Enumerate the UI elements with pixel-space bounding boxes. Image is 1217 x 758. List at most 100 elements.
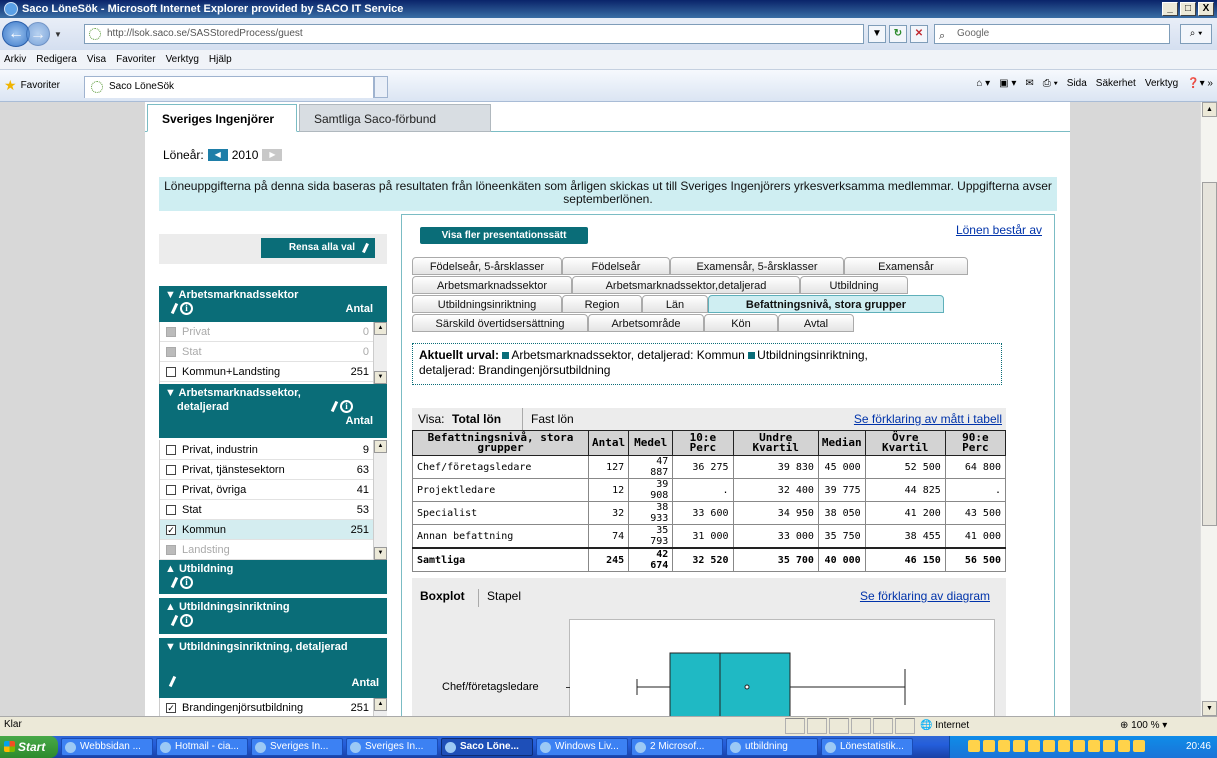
prev-year-button[interactable]: ◀ xyxy=(207,149,228,161)
checkbox[interactable] xyxy=(166,347,176,357)
tray-icon[interactable] xyxy=(1073,740,1085,752)
list-scrollbar[interactable]: ▲ ▼ xyxy=(373,322,387,384)
tools-menu[interactable]: Verktyg xyxy=(1145,78,1178,89)
list-item[interactable]: ✓ Brandingenjörsutbildning 251 xyxy=(160,698,387,716)
tab-utbildningsinriktning[interactable]: Utbildningsinriktning xyxy=(412,295,562,313)
scroll-up-icon[interactable]: ▲ xyxy=(1202,102,1217,117)
checkbox[interactable] xyxy=(166,367,176,377)
forward-button[interactable]: → xyxy=(26,22,50,46)
next-year-button[interactable]: ▶ xyxy=(262,149,283,161)
tab-samtliga-saco[interactable]: Samtliga Saco-förbund xyxy=(299,104,491,132)
tray-icon[interactable] xyxy=(1118,740,1130,752)
checkbox[interactable] xyxy=(166,545,176,555)
scroll-up-icon[interactable]: ▲ xyxy=(374,698,387,711)
tray-icon[interactable] xyxy=(1103,740,1115,752)
tab-fodelsear-5[interactable]: Födelseår, 5-årsklasser xyxy=(412,257,562,275)
show-more-button[interactable]: Visa fler presentationssätt xyxy=(420,227,588,244)
group-arbetsmarknadssektor[interactable]: ▼ Arbetsmarknadssektor i Antal xyxy=(159,286,387,322)
edit-icon[interactable] xyxy=(170,614,179,627)
help-icon[interactable]: ❓▾ » xyxy=(1187,78,1213,89)
favorites-button[interactable]: Favoriter xyxy=(21,80,60,91)
tab-lan[interactable]: Län xyxy=(642,295,708,313)
clear-all-button[interactable]: Rensa alla val xyxy=(261,238,375,258)
minimize-button[interactable]: _ xyxy=(1162,2,1178,16)
scroll-up-icon[interactable]: ▲ xyxy=(374,322,387,335)
list-item[interactable]: ✓ Kommun 251 xyxy=(160,520,387,540)
list-item[interactable]: Landsting xyxy=(160,540,387,560)
tab-utbildning[interactable]: Utbildning xyxy=(800,276,908,294)
taskbar-item[interactable]: 2 Microsof... xyxy=(631,738,723,756)
new-tab-button[interactable] xyxy=(374,76,388,98)
edit-icon[interactable] xyxy=(330,400,339,413)
list-item[interactable]: Privat, industrin 9 xyxy=(160,440,387,460)
scroll-down-icon[interactable]: ▼ xyxy=(1202,701,1217,716)
scroll-down-icon[interactable]: ▼ xyxy=(374,547,387,560)
info-icon[interactable]: i xyxy=(180,614,193,627)
page-menu[interactable]: Sida xyxy=(1067,78,1087,89)
tray-icon[interactable] xyxy=(1058,740,1070,752)
star-icon[interactable]: ★ xyxy=(4,77,17,94)
tray-icon[interactable] xyxy=(1088,740,1100,752)
tab-avtal[interactable]: Avtal xyxy=(778,314,854,332)
url-input[interactable]: http://lsok.saco.se/SASStoredProcess/gue… xyxy=(84,24,864,44)
maximize-button[interactable]: □ xyxy=(1180,2,1196,16)
tab-arbetsmarknadssektor-detaljerad[interactable]: Arbetsmarknadssektor,detaljerad xyxy=(572,276,800,294)
list-item[interactable]: Privat 0 xyxy=(160,322,387,342)
menu-verktyg[interactable]: Verktyg xyxy=(166,54,199,65)
internet-zone[interactable]: 🌐 Internet xyxy=(920,718,969,734)
checkbox[interactable]: ✓ xyxy=(166,703,176,713)
tab-arbetsomrade[interactable]: Arbetsområde xyxy=(588,314,704,332)
group-utbildning[interactable]: ▲ Utbildning i xyxy=(159,560,387,594)
taskbar-item-active[interactable]: Saco Löne... xyxy=(441,738,533,756)
menu-hjalp[interactable]: Hjälp xyxy=(209,54,232,65)
group-arbetsmarknadssektor-detaljerad[interactable]: ▼ Arbetsmarknadssektor, detaljerad i Ant… xyxy=(159,384,387,438)
taskbar-item[interactable]: Hotmail - cia... xyxy=(156,738,248,756)
page-scrollbar[interactable]: ▲ ▼ xyxy=(1200,102,1217,716)
feeds-icon[interactable]: ▣ ▾ xyxy=(999,78,1016,89)
tray-icon[interactable] xyxy=(983,740,995,752)
checkbox[interactable] xyxy=(166,485,176,495)
checkbox[interactable]: ✓ xyxy=(166,525,176,535)
group-utbildningsinriktning[interactable]: ▲ Utbildningsinriktning i xyxy=(159,598,387,634)
tab-examensar[interactable]: Examensår xyxy=(844,257,968,275)
checkbox[interactable] xyxy=(166,465,176,475)
url-dropdown-icon[interactable]: ▼ xyxy=(868,25,886,43)
tray-icon[interactable] xyxy=(998,740,1010,752)
info-icon[interactable]: i xyxy=(340,400,353,413)
scroll-down-icon[interactable]: ▼ xyxy=(374,371,387,384)
info-icon[interactable]: i xyxy=(180,576,193,589)
stapel-tab[interactable]: Stapel xyxy=(478,589,521,607)
info-icon[interactable]: i xyxy=(180,302,193,315)
menu-redigera[interactable]: Redigera xyxy=(36,54,77,65)
tab-kon[interactable]: Kön xyxy=(704,314,778,332)
taskbar-item[interactable]: Lönestatistik... xyxy=(821,738,913,756)
list-item[interactable]: Kommun+Landsting 251 xyxy=(160,362,387,382)
tab-region[interactable]: Region xyxy=(562,295,642,313)
mail-icon[interactable]: ✉ xyxy=(1025,78,1033,89)
list-item[interactable]: Stat 0 xyxy=(160,342,387,362)
tab-fodelsear[interactable]: Födelseår xyxy=(562,257,670,275)
list-item[interactable]: Privat, övriga 41 xyxy=(160,480,387,500)
zoom-control[interactable]: ⊕ 100 % ▾ xyxy=(1120,718,1167,734)
taskbar-item[interactable]: utbildning xyxy=(726,738,818,756)
refresh-icon[interactable]: ↻ xyxy=(889,25,907,43)
history-dropdown-icon[interactable]: ▼ xyxy=(54,30,64,39)
scroll-thumb[interactable] xyxy=(1202,182,1217,526)
group-utbildningsinriktning-detaljerad[interactable]: ▼ Utbildningsinriktning, detaljerad Anta… xyxy=(159,638,387,698)
edit-icon[interactable] xyxy=(170,576,179,589)
explain-diagram-link[interactable]: Se förklaring av diagram xyxy=(860,589,990,603)
edit-icon[interactable] xyxy=(168,675,177,688)
tray-icon[interactable] xyxy=(1028,740,1040,752)
taskbar-item[interactable]: Sveriges In... xyxy=(251,738,343,756)
checkbox[interactable] xyxy=(166,505,176,515)
list-item[interactable]: Stat 53 xyxy=(160,500,387,520)
tray-icon[interactable] xyxy=(1043,740,1055,752)
tab-overtidsersattning[interactable]: Särskild övertidsersättning xyxy=(412,314,588,332)
taskbar-item[interactable]: Sveriges In... xyxy=(346,738,438,756)
tray-icon[interactable] xyxy=(1013,740,1025,752)
browser-tab[interactable]: Saco LöneSök xyxy=(84,76,374,98)
total-lon-tab[interactable]: Total lön xyxy=(452,408,501,430)
boxplot-tab[interactable]: Boxplot xyxy=(420,589,465,603)
safety-menu[interactable]: Säkerhet xyxy=(1096,78,1136,89)
taskbar-item[interactable]: Windows Liv... xyxy=(536,738,628,756)
